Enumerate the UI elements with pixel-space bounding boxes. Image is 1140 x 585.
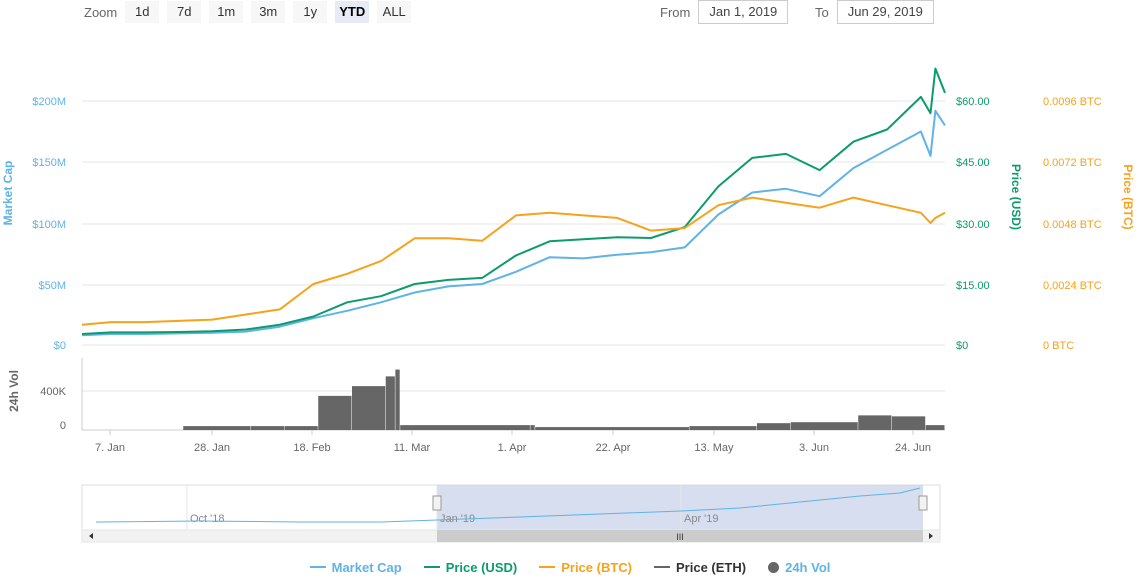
legend-label: Price (BTC) — [561, 559, 633, 575]
scrollbar-grip-icon: III — [676, 532, 684, 542]
volume-bar — [530, 425, 535, 430]
volume-bar — [250, 426, 284, 430]
volume-bar — [318, 395, 352, 430]
grid-layer — [81, 100, 945, 431]
volume-bar — [689, 426, 757, 430]
series-line-market-cap — [81, 109, 946, 337]
price-usd-tick-label: $0 — [956, 340, 968, 352]
navigator-tick-label: Apr '19 — [684, 513, 719, 525]
price-btc-tick-label: 0.0024 BTC — [1043, 280, 1102, 292]
legend-line-icon — [654, 566, 671, 568]
volume-bar — [891, 416, 926, 430]
volume-bar — [395, 369, 400, 430]
price-usd-tick-label: $15.00 — [956, 280, 990, 292]
legend-label: Price (USD) — [445, 559, 518, 575]
price-usd-tick-label: $30.00 — [956, 219, 990, 231]
legend-label: Price (ETH) — [676, 559, 747, 575]
market-cap-tick-label: $200M — [32, 96, 66, 108]
price-usd-tick-label: $45.00 — [956, 157, 990, 169]
volume-tick-label: 0 — [60, 420, 66, 432]
chart-container: Zoom 1d 7d 1m 3m 1y YTD ALL From Jan 1, … — [0, 0, 1140, 585]
x-tick-label: 28. Jan — [194, 442, 230, 454]
navigator-handle — [432, 495, 442, 511]
series-line-price-usd — [81, 67, 946, 335]
volume-bar — [535, 427, 689, 430]
volume-bar — [756, 423, 791, 430]
chart-svg: $0 $50M $100M $150M $200M Market Cap $0 $15.00 $… — [1, 67, 1135, 543]
legend-line-icon — [423, 566, 440, 568]
axis-layer: $0 $50M $100M $150M $200M Market Cap $0 $15.00 $… — [1, 96, 1135, 454]
x-tick-label: 11. Mar — [394, 442, 431, 454]
price-btc-tick-label: 0.0096 BTC — [1043, 96, 1102, 108]
series-layer — [81, 67, 946, 337]
legend-item-market-cap[interactable]: Market Cap — [309, 559, 402, 575]
legend-label: 24h Vol — [785, 559, 831, 575]
price-btc-tick-label: 0.0072 BTC — [1043, 157, 1102, 169]
legend-item-price-usd[interactable]: Price (USD) — [423, 559, 518, 575]
volume-bar — [400, 425, 530, 430]
legend-dot-icon — [768, 561, 780, 573]
volume-bar — [351, 386, 386, 430]
navigator-selection — [437, 485, 923, 530]
volume-bar — [385, 376, 395, 430]
volume-bar — [284, 426, 318, 430]
market-cap-tick-label: $50M — [38, 280, 66, 292]
volume-tick-label: 400K — [40, 386, 66, 398]
price-usd-tick-label: $60.00 — [956, 96, 990, 108]
x-tick-label: 13. May — [694, 442, 734, 454]
x-tick-label: 3. Jun — [799, 442, 829, 454]
price-usd-axis-label: Price (USD) — [1009, 164, 1023, 230]
price-btc-axis-label: Price (BTC) — [1121, 164, 1135, 229]
x-tick-label: 1. Apr — [498, 442, 527, 454]
market-cap-axis-label: Market Cap — [1, 161, 15, 226]
price-btc-tick-label: 0 BTC — [1043, 340, 1074, 352]
legend-item-24h-vol[interactable]: 24h Vol — [768, 560, 830, 575]
legend-item-price-btc[interactable]: Price (BTC) — [539, 560, 632, 575]
legend-line-icon — [539, 566, 556, 568]
volume-bar — [925, 425, 945, 430]
price-btc-tick-label: 0.0048 BTC — [1043, 219, 1102, 231]
volume-bar — [858, 415, 892, 430]
chart-legend: Market Cap Price (USD) Price (BTC) Price… — [0, 556, 1140, 578]
volume-bar — [183, 426, 251, 430]
legend-line-icon — [309, 566, 326, 568]
navigator-handle — [918, 495, 928, 511]
legend-label: Market Cap — [331, 559, 402, 575]
x-tick-label: 18. Feb — [293, 442, 330, 454]
navigator-tick-label: Oct '18 — [190, 513, 225, 525]
market-cap-tick-label: $100M — [32, 219, 66, 231]
series-line-price-btc — [81, 196, 946, 326]
legend-item-price-eth[interactable]: Price (ETH) — [654, 560, 746, 575]
x-tick-label: 7. Jan — [95, 442, 125, 454]
navigator[interactable]: Oct '18 Jan '19 Apr '19III — [81, 484, 941, 543]
volume-axis-label: 24h Vol — [7, 370, 21, 412]
volume-bar — [790, 422, 858, 430]
x-tick-label: 22. Apr — [596, 442, 631, 454]
volume-layer — [183, 369, 945, 430]
market-cap-tick-label: $150M — [32, 157, 66, 169]
market-cap-tick-label: $0 — [54, 340, 66, 352]
x-tick-label: 24. Jun — [895, 442, 931, 454]
